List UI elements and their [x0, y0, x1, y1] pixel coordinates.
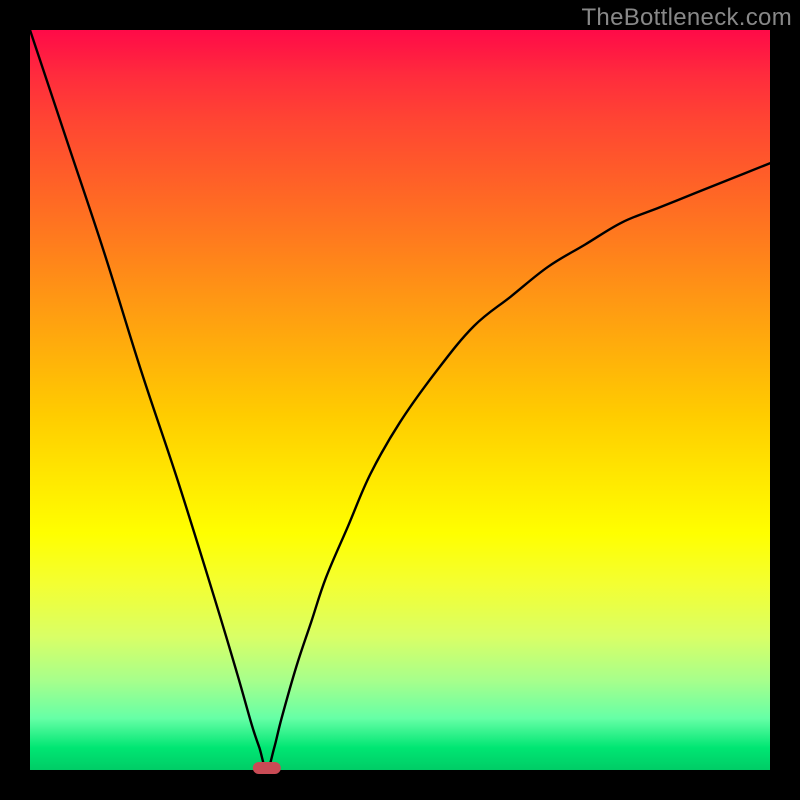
- bottleneck-curve: [30, 30, 770, 770]
- plot-area: [30, 30, 770, 770]
- curve-overlay: [30, 30, 770, 770]
- chart-frame: TheBottleneck.com: [0, 0, 800, 800]
- minimum-marker: [253, 762, 281, 774]
- watermark-text: TheBottleneck.com: [581, 4, 792, 32]
